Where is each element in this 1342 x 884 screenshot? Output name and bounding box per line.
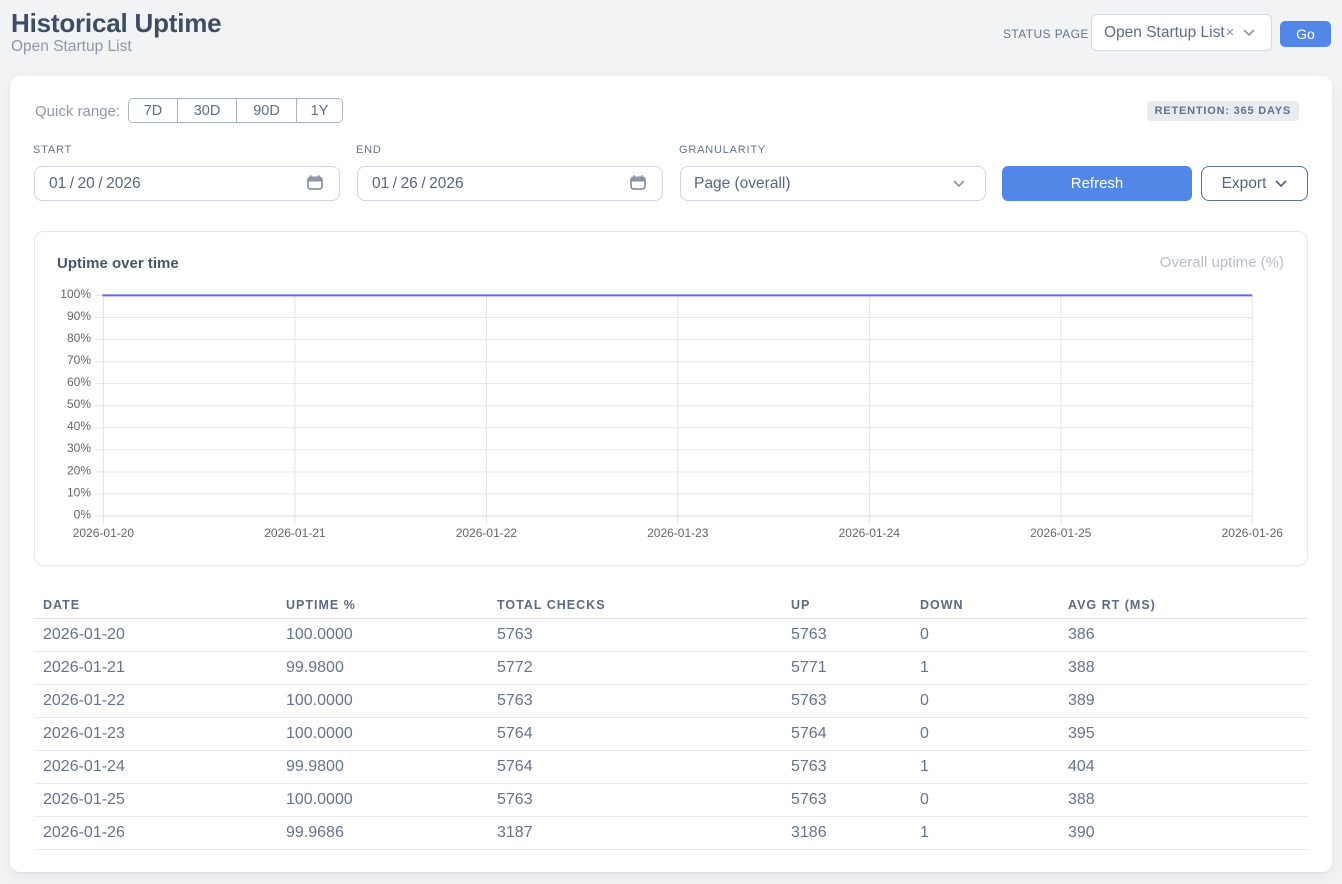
svg-text:2026-01-21: 2026-01-21 [264,526,326,540]
svg-text:30%: 30% [67,441,91,455]
svg-text:2026-01-22: 2026-01-22 [456,526,518,540]
svg-text:20%: 20% [67,463,91,477]
svg-text:2026-01-26: 2026-01-26 [1222,526,1284,540]
svg-text:60%: 60% [67,375,91,389]
svg-text:2026-01-24: 2026-01-24 [839,526,901,540]
svg-text:2026-01-25: 2026-01-25 [1030,526,1092,540]
svg-text:80%: 80% [67,331,91,345]
svg-text:90%: 90% [67,309,91,323]
svg-text:70%: 70% [67,353,91,367]
svg-text:0%: 0% [74,507,92,521]
svg-text:10%: 10% [67,485,91,499]
svg-text:40%: 40% [67,419,91,433]
svg-text:2026-01-23: 2026-01-23 [647,526,709,540]
svg-text:2026-01-20: 2026-01-20 [73,526,135,540]
svg-text:100%: 100% [60,287,91,301]
svg-text:50%: 50% [67,397,91,411]
